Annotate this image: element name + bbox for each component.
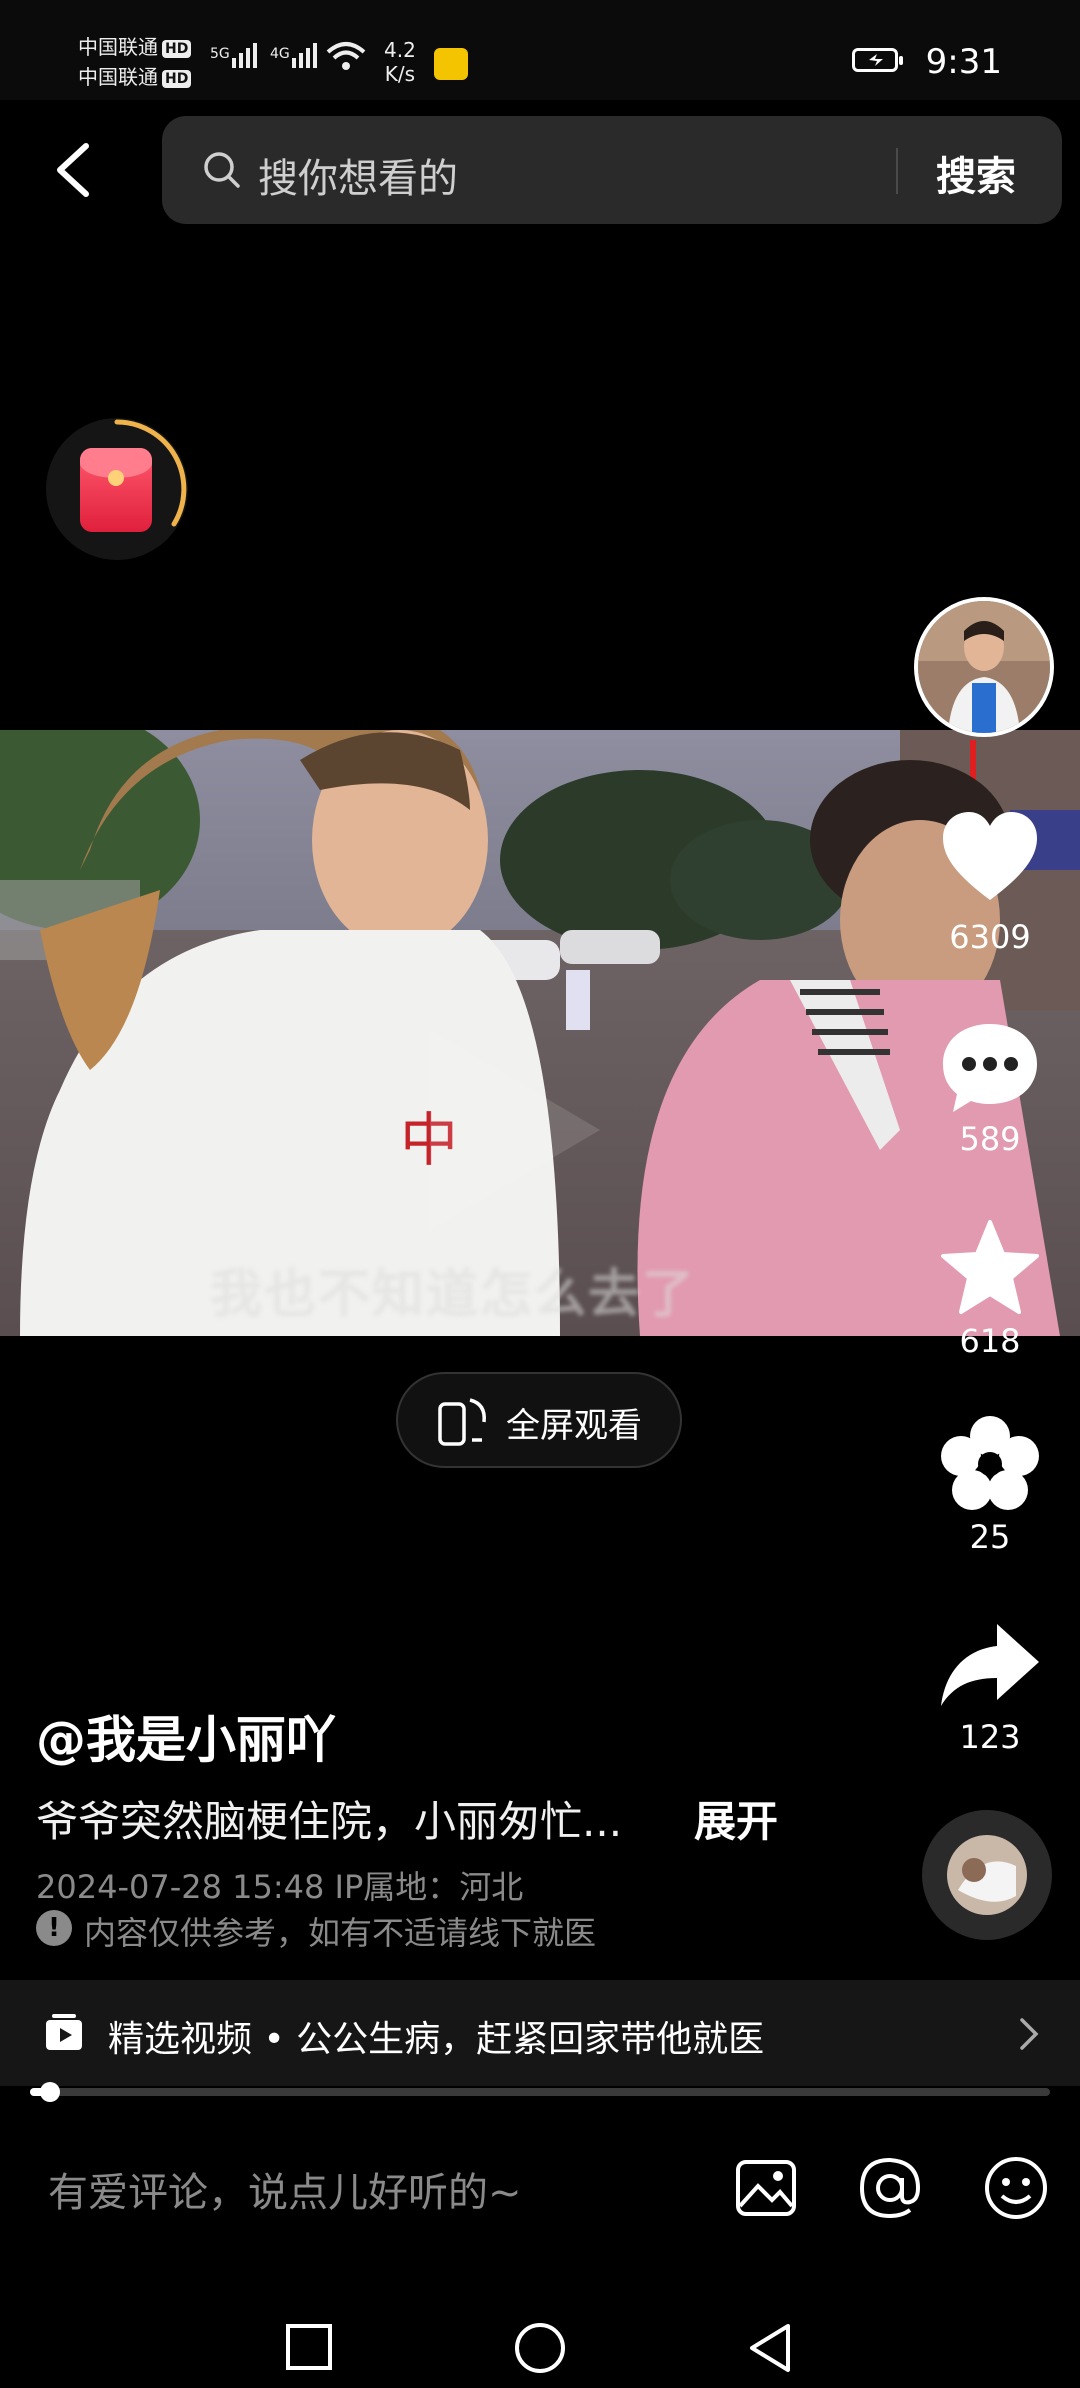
back-nav-icon[interactable]: [744, 2320, 796, 2376]
flower-count: 25: [969, 1518, 1011, 1556]
net2-label: 4G: [270, 46, 290, 62]
video-progress-bar[interactable]: [30, 2082, 1050, 2102]
net-speed: 4.2 K/s: [384, 38, 416, 86]
app-notify-icon: [434, 48, 468, 80]
status-bar: 中国联通 HD 中国联通 HD 5G 4G 4.2 K/s 9:31: [0, 0, 1080, 100]
share-icon[interactable]: [935, 1616, 1045, 1716]
net1-label: 5G: [210, 46, 230, 62]
comment-count: 589: [959, 1120, 1021, 1158]
red-packet-icon: [80, 448, 152, 532]
avatar-photo: [918, 601, 1050, 733]
clock: 9:31: [925, 42, 1002, 82]
home-icon[interactable]: [512, 2320, 568, 2376]
video-player[interactable]: 中 我也不知道怎么去了: [0, 730, 1080, 1336]
fullscreen-button[interactable]: 全屏观看: [396, 1372, 682, 1468]
back-icon[interactable]: [50, 140, 98, 200]
recent-apps-icon[interactable]: [284, 2322, 334, 2372]
post-description[interactable]: 爷爷突然脑梗住院，小丽匆忙...: [36, 1788, 622, 1849]
share-count: 123: [959, 1718, 1021, 1756]
favorite-star-icon[interactable]: [935, 1218, 1045, 1318]
playlist-icon: [46, 2014, 82, 2050]
comment-input[interactable]: 有爱评论，说点儿好听的~: [48, 2160, 522, 2218]
search-input[interactable]: 搜你想看的: [258, 146, 458, 204]
search-button[interactable]: 搜索: [936, 144, 1016, 202]
warning-icon: !: [36, 1910, 72, 1946]
like-count: 6309: [949, 918, 1031, 956]
playlist-bar[interactable]: 精选视频 • 公公生病，赶紧回家带他就医: [0, 1980, 1080, 2086]
music-disc-icon: [947, 1835, 1027, 1915]
search-icon: [204, 152, 240, 188]
progress-handle[interactable]: [40, 2082, 61, 2102]
system-nav-bar: [0, 2250, 1080, 2388]
favorite-count: 618: [959, 1322, 1021, 1360]
rotate-screen-icon: [438, 1398, 486, 1446]
image-icon[interactable]: [734, 2156, 798, 2220]
like-icon[interactable]: [935, 808, 1045, 908]
flower-icon[interactable]: [935, 1414, 1045, 1514]
video-frame: 中: [0, 730, 1080, 1336]
fullscreen-label: 全屏观看: [506, 1406, 642, 1446]
emoji-icon[interactable]: [982, 2154, 1050, 2222]
red-packet-widget[interactable]: [46, 418, 188, 560]
chevron-right-icon: [1020, 2018, 1039, 2050]
battery-icon: [852, 48, 903, 72]
expand-button[interactable]: 展开: [694, 1788, 778, 1849]
search-bar[interactable]: 搜你想看的 搜索: [162, 116, 1062, 224]
author-avatar[interactable]: [914, 597, 1054, 737]
playlist-title: 精选视频 • 公公生病，赶紧回家带他就医: [108, 2019, 765, 2060]
mention-icon[interactable]: [856, 2154, 924, 2222]
medical-notice: 内容仅供参考，如有不适请线下就医: [84, 1914, 597, 1952]
post-meta: 2024-07-28 15:48 IP属地：河北: [36, 1868, 524, 1906]
carrier-1: 中国联通 HD: [78, 32, 192, 62]
signal-icons: 5G 4G: [210, 42, 366, 70]
author-name[interactable]: @我是小丽吖: [36, 1700, 336, 1772]
carrier-2: 中国联通 HD: [78, 62, 192, 92]
music-disc[interactable]: [922, 1810, 1052, 1940]
comment-icon[interactable]: [935, 1018, 1045, 1118]
video-caption-overlay: 我也不知道怎么去了: [210, 1265, 697, 1325]
search-divider: [896, 148, 898, 194]
